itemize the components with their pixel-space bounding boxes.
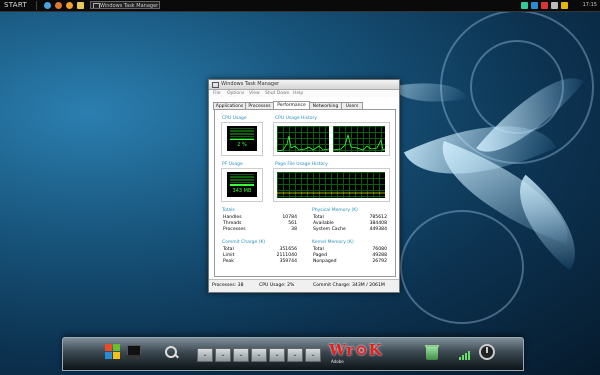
row-value: 449384 [369,227,387,232]
cpu-history-line [277,135,329,152]
firefox-icon[interactable] [55,2,62,9]
top-taskbar: START Windows Task Manager 17:15 [0,0,600,12]
menu-bar: File Options View Shut Down Help [209,90,399,97]
row-value: 38 [291,227,297,232]
window-title: Windows Task Manager [221,81,280,87]
cpu-history-box [273,122,390,156]
status-bar: Processes: 38 CPU Usage: 2% Commit Charg… [209,279,399,292]
dock-button[interactable]: ⌄ [287,348,303,362]
meter-segment [230,139,254,141]
messenger-tray-icon[interactable] [531,2,538,9]
clock: 17:15 [582,2,597,8]
physical-memory-row: System Cache 449384 [311,227,389,233]
wallpaper-swirl [400,210,524,324]
cpu-usage-bars [230,128,254,141]
row-key: Nonpaged [313,259,337,264]
cpu-usage-label: CPU Usage [222,116,247,121]
totals-row: Processes 38 [221,227,299,233]
row-key: System Cache [313,227,346,232]
pf-history-label: Page File Usage History [275,162,328,167]
menu-shut-down[interactable]: Shut Down [265,90,290,97]
taskbar-item-task-manager[interactable]: Windows Task Manager [90,1,160,9]
dock-button[interactable]: ⌄ [215,348,231,362]
cpu-history-label: CPU Usage History [275,116,318,121]
cpu-usage-meter: 2 % [227,126,257,151]
antivirus-tray-icon[interactable] [541,2,548,9]
power-icon[interactable] [479,344,495,360]
pf-usage-label: PF Usage [222,162,243,167]
dock-button[interactable]: ⌄ [251,348,267,362]
window-titlebar[interactable]: Windows Task Manager [209,80,399,90]
bottom-dock: ⌄ ⌄ ⌄ ⌄ ⌄ ⌄ ⌄ Wr⊙K Adobe [62,337,524,371]
task-manager-icon [212,82,219,88]
taskbar-separator [36,1,37,10]
network-tray-icon[interactable] [521,2,528,9]
media-player-icon[interactable] [66,2,73,9]
cpu-history-line [333,133,385,151]
pf-history-graph [277,172,385,198]
totals-group: Totals Handles 10784 Threads 561 Processes… [221,208,299,233]
cpu-history-graph-core2 [333,126,385,152]
totals-label: Totals [222,208,235,213]
pf-history-box [273,168,390,202]
explorer-icon[interactable] [77,2,84,9]
laptop-icon[interactable] [125,344,141,360]
row-value: 26792 [372,259,387,264]
windows-logo-icon[interactable] [105,344,121,360]
kernel-memory-group: Kernel Memory (K) Total 76080 Paged 49288 … [311,240,389,265]
recycle-bin-icon[interactable] [425,344,439,360]
pf-usage-bars [230,174,254,187]
commit-charge-label: Commit Charge (K) [222,240,266,245]
commit-charge-row: Peak 359744 [221,259,299,265]
ie-icon[interactable] [44,2,51,9]
signal-strength-icon[interactable] [459,350,473,360]
pf-usage-meter: 343 MB [227,172,257,197]
kernel-memory-row: Nonpaged 26792 [311,259,389,265]
task-manager-window: Windows Task Manager File Options View S… [208,79,400,293]
physical-memory-label: Physical Memory (K) [312,208,358,213]
row-key: Peak [223,259,234,264]
menu-options[interactable]: Options [227,90,244,97]
dock-button[interactable]: ⌄ [305,348,321,362]
status-processes: Processes: 38 [212,283,244,288]
pf-usage-box: 343 MB [221,168,263,202]
cpu-usage-box: 2 % [221,122,263,156]
kernel-memory-label: Kernel Memory (K) [312,240,354,245]
menu-view[interactable]: View [249,90,260,97]
dock-button[interactable]: ⌄ [233,348,249,362]
adobe-logo-icon[interactable]: Wr⊙K Adobe [329,341,405,365]
volume-tray-icon[interactable] [551,2,558,9]
row-value: 359744 [279,259,297,264]
search-icon[interactable] [163,344,179,360]
dock-button[interactable]: ⌄ [269,348,285,362]
update-tray-icon[interactable] [561,2,568,9]
task-manager-icon [93,3,100,8]
pf-history-line [277,192,385,194]
taskbar-item-label: Windows Task Manager [100,3,159,9]
menu-file[interactable]: File [213,90,221,97]
status-cpu-usage: CPU Usage: 2% [259,283,295,288]
start-button[interactable]: START [4,1,27,10]
physical-memory-group: Physical Memory (K) Total 785612 Availabl… [311,208,389,233]
meter-segment [230,185,254,187]
status-commit-charge: Commit Charge: 343M / 2061M [313,283,385,288]
adobe-logo-subtext: Adobe [331,359,344,364]
pf-usage-value: 343 MB [232,188,252,194]
cpu-usage-value: 2 % [237,142,247,148]
performance-panel: CPU Usage 2 % CPU Usage History PF Usage… [214,109,396,277]
menu-help[interactable]: Help [293,90,303,97]
dock-button[interactable]: ⌄ [197,348,213,362]
cpu-history-graph-core1 [277,126,329,152]
adobe-logo-text: Wr⊙K [329,341,383,359]
row-key: Processes [223,227,246,232]
commit-charge-group: Commit Charge (K) Total 351656 Limit 21110… [221,240,299,265]
